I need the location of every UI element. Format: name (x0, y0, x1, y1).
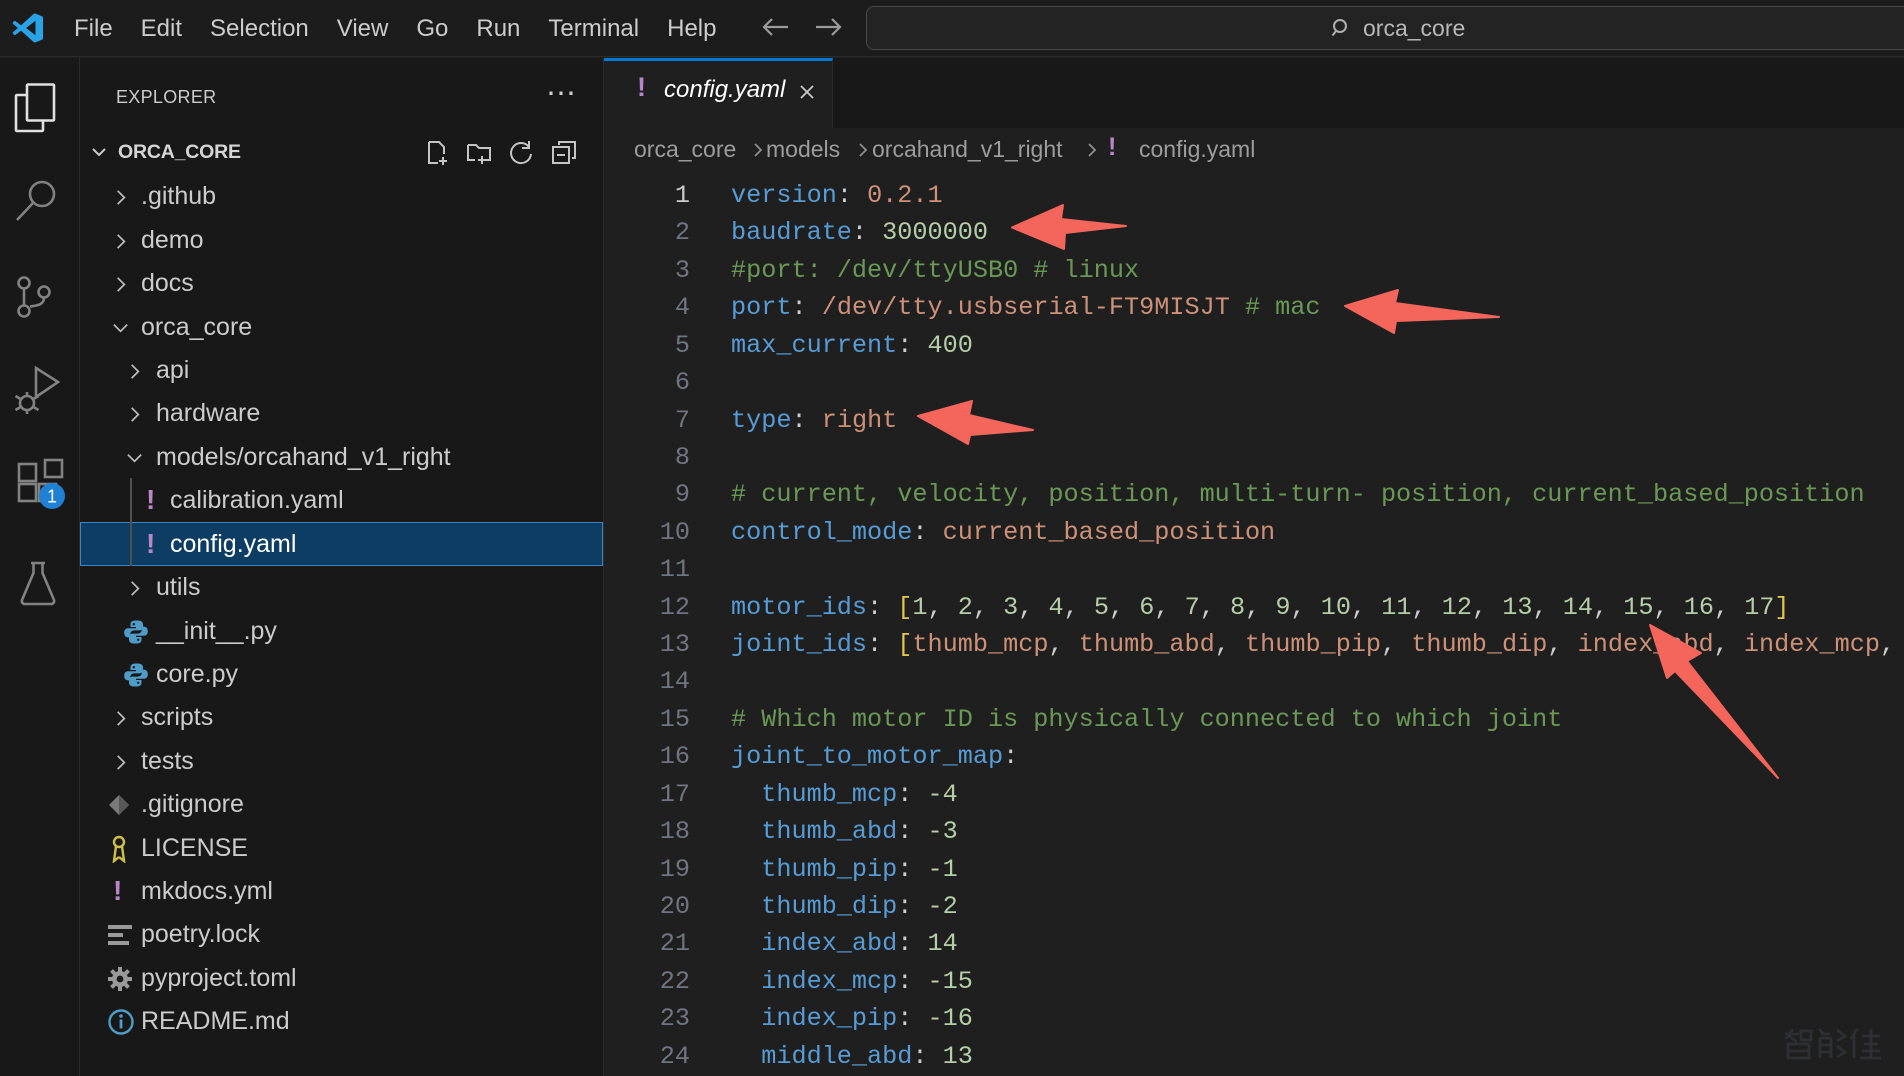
svg-text:1: 1 (47, 487, 57, 507)
